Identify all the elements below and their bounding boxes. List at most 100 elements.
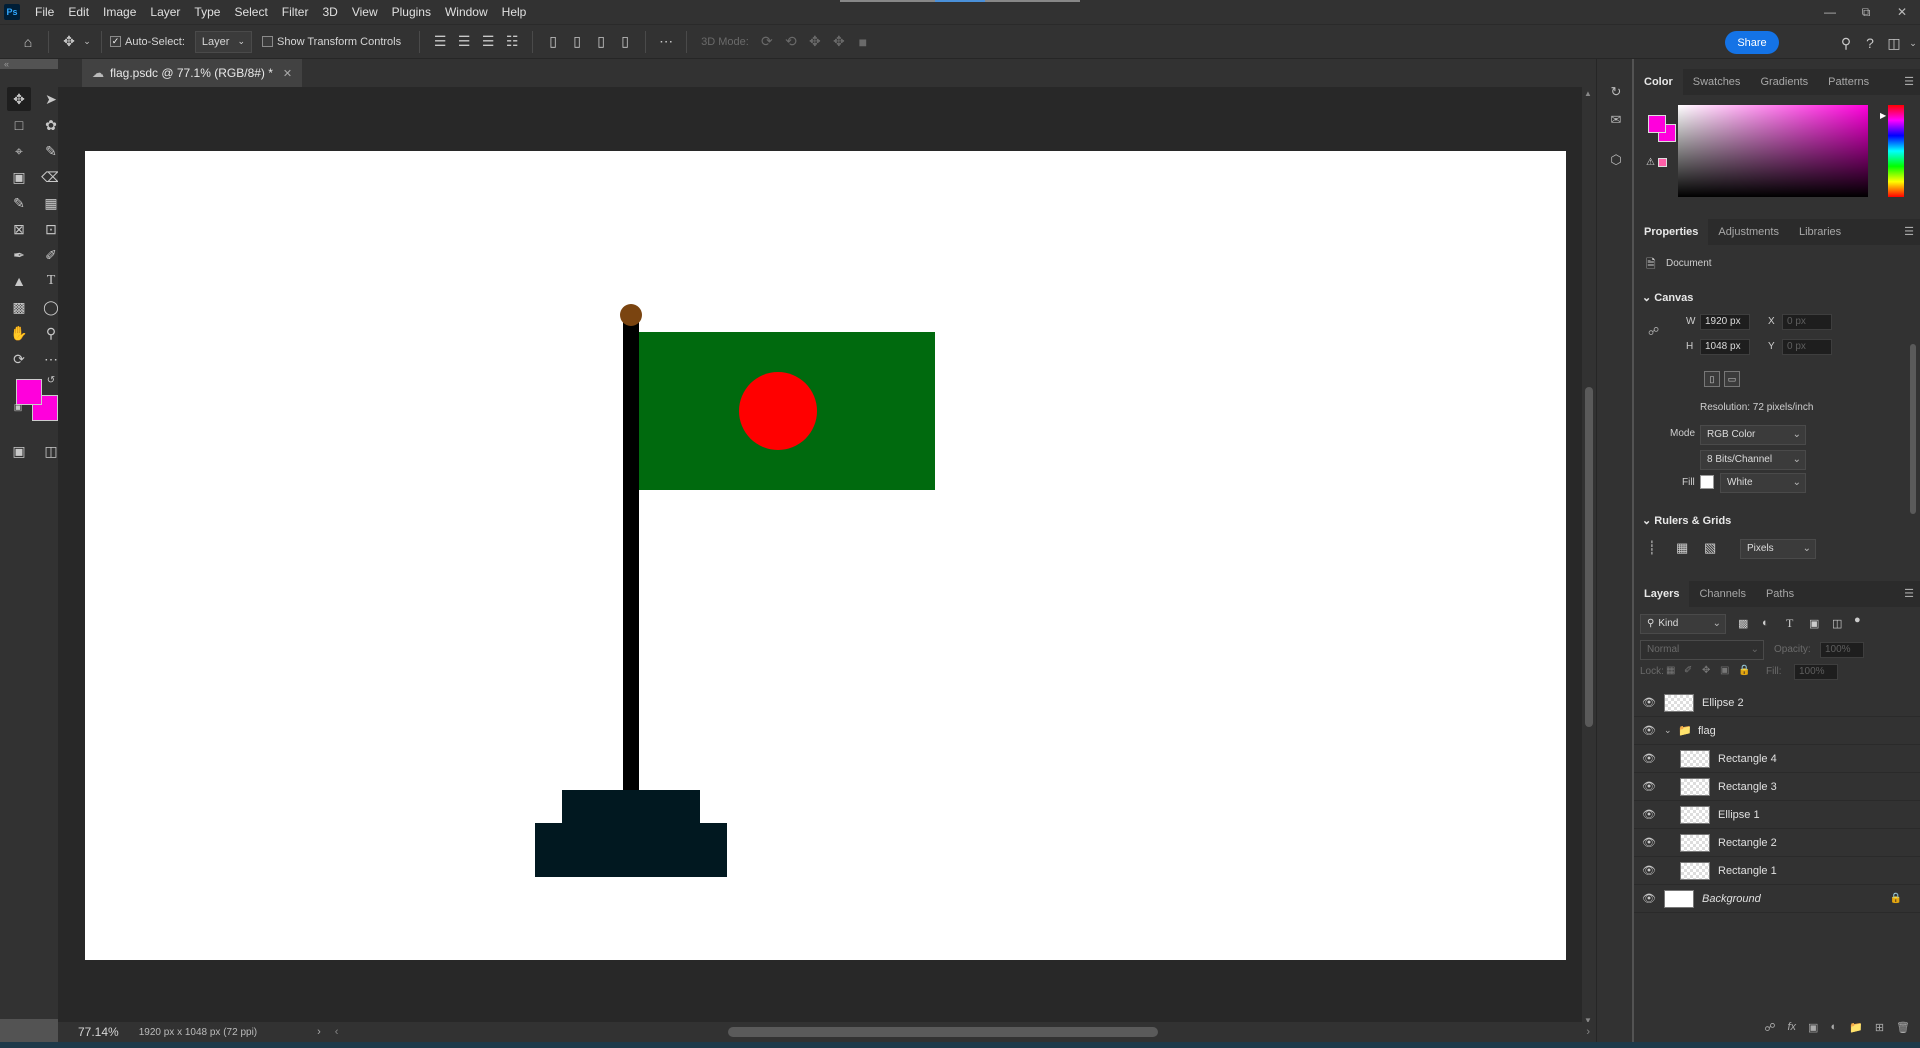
lock-pixels-icon[interactable]: ✐: [1684, 665, 1692, 676]
object-selection-tool-icon[interactable]: ▣: [7, 165, 31, 189]
align-left-icon[interactable]: ☰: [428, 30, 452, 54]
minimize-icon[interactable]: —: [1812, 0, 1848, 24]
delete-layer-icon[interactable]: 🗑: [1896, 1021, 1910, 1034]
blend-mode-dropdown[interactable]: Normal ⌄: [1640, 640, 1764, 660]
add-mask-icon[interactable]: ▣: [1808, 1021, 1818, 1034]
flag-base-lower[interactable]: [535, 823, 727, 877]
menu-edit[interactable]: Edit: [61, 0, 96, 24]
status-menu-icon[interactable]: ›: [317, 1026, 321, 1038]
workspace-icon[interactable]: ◫: [1882, 31, 1906, 55]
scroll-up-icon[interactable]: ▲: [1584, 89, 1592, 98]
visibility-eye-icon[interactable]: 👁: [1634, 892, 1664, 905]
align-top-icon[interactable]: ▯: [541, 30, 565, 54]
layer-row-rectangle-3[interactable]: 👁 Rectangle 3: [1634, 773, 1920, 801]
hue-slider-handle-icon[interactable]: ▶: [1880, 111, 1886, 120]
filter-adjustment-icon[interactable]: ◐: [1762, 617, 1769, 629]
align-right-icon[interactable]: ☰: [476, 30, 500, 54]
canvas-section-header[interactable]: ⌄ Canvas: [1642, 291, 1693, 304]
menu-plugins[interactable]: Plugins: [385, 0, 438, 24]
quick-mask-icon[interactable]: ▣: [7, 439, 31, 463]
layer-style-fx-icon[interactable]: fx: [1787, 1021, 1796, 1033]
filter-pixel-icon[interactable]: ▩: [1738, 617, 1748, 630]
auto-select-checkbox[interactable]: ✓ Auto-Select:: [110, 36, 185, 48]
foreground-color-swatch[interactable]: [16, 379, 42, 405]
visibility-eye-icon[interactable]: 👁: [1634, 696, 1664, 709]
lock-transparent-icon[interactable]: ▦: [1666, 665, 1675, 676]
distribute-icon[interactable]: ☷: [500, 30, 524, 54]
filter-shape-icon[interactable]: ▣: [1809, 617, 1819, 630]
chevron-down-icon[interactable]: ⌄: [1664, 725, 1678, 736]
comments-icon[interactable]: ✉: [1607, 111, 1625, 129]
3d-icon[interactable]: ⬡: [1607, 151, 1625, 169]
lock-artboard-icon[interactable]: ▣: [1720, 665, 1729, 676]
menu-image[interactable]: Image: [96, 0, 143, 24]
menu-filter[interactable]: Filter: [275, 0, 316, 24]
canvas-width-input[interactable]: 1920 px: [1700, 314, 1750, 330]
flag-pole[interactable]: [623, 314, 639, 791]
menu-view[interactable]: View: [345, 0, 385, 24]
gradient-tool-icon[interactable]: ▩: [7, 295, 31, 319]
layer-row-ellipse-1[interactable]: 👁 Ellipse 1: [1634, 801, 1920, 829]
help-icon[interactable]: ?: [1858, 31, 1882, 55]
new-layer-icon[interactable]: ⊞: [1875, 1021, 1884, 1034]
chevron-down-icon[interactable]: ⌄: [1906, 31, 1920, 55]
lock-icon[interactable]: 🔒: [1890, 893, 1902, 904]
panel-menu-icon[interactable]: ☰: [1904, 581, 1914, 607]
layer-row-background[interactable]: 👁 Background 🔒: [1634, 885, 1920, 913]
align-middle-icon[interactable]: ▯: [565, 30, 589, 54]
link-layers-icon[interactable]: ☍: [1764, 1021, 1775, 1034]
tab-properties[interactable]: Properties: [1634, 219, 1709, 245]
align-bottom-icon[interactable]: ▯: [589, 30, 613, 54]
filter-toggle-icon[interactable]: ●: [1854, 614, 1861, 626]
portrait-orientation-icon[interactable]: ▯: [1704, 371, 1720, 387]
close-icon[interactable]: ✕: [1884, 0, 1920, 24]
lock-all-icon[interactable]: 🔒: [1738, 665, 1750, 676]
layer-row-ellipse-2[interactable]: 👁 Ellipse 2: [1634, 689, 1920, 717]
new-group-icon[interactable]: 📁: [1849, 1021, 1863, 1034]
visibility-eye-icon[interactable]: 👁: [1634, 724, 1664, 737]
toolbar-collapse-icon[interactable]: «: [0, 59, 60, 69]
hue-slider[interactable]: [1888, 105, 1904, 197]
clone-stamp-tool-icon[interactable]: ▲: [7, 269, 31, 293]
chevron-down-icon[interactable]: ⌄: [81, 30, 93, 54]
tab-color[interactable]: Color: [1634, 69, 1683, 95]
visibility-eye-icon[interactable]: 👁: [1634, 836, 1664, 849]
layer-row-flag-group[interactable]: 👁 ⌄ 📁 flag: [1634, 717, 1920, 745]
checkbox-checked-icon[interactable]: ✓: [110, 36, 121, 47]
show-transform-controls-checkbox[interactable]: Show Transform Controls: [262, 36, 401, 48]
landscape-orientation-icon[interactable]: ▭: [1724, 371, 1740, 387]
align-center-icon[interactable]: ☰: [452, 30, 476, 54]
tab-patterns[interactable]: Patterns: [1818, 69, 1879, 95]
auto-select-target-dropdown[interactable]: Layer ⌄: [194, 30, 252, 53]
lock-position-icon[interactable]: ✥: [1702, 665, 1710, 676]
menu-file[interactable]: File: [28, 0, 61, 24]
close-icon[interactable]: ✕: [283, 67, 292, 80]
artboard[interactable]: [85, 151, 1566, 960]
filter-type-icon[interactable]: T: [1786, 616, 1793, 631]
tab-gradients[interactable]: Gradients: [1750, 69, 1818, 95]
tab-layers[interactable]: Layers: [1634, 581, 1690, 607]
search-icon[interactable]: ⚲: [1834, 31, 1858, 55]
visibility-eye-icon[interactable]: 👁: [1634, 808, 1664, 821]
color-picker-field[interactable]: [1678, 105, 1868, 197]
opacity-input[interactable]: 100%: [1820, 642, 1864, 658]
tab-paths[interactable]: Paths: [1756, 581, 1804, 607]
canvas-x-input[interactable]: 0 px: [1782, 314, 1832, 330]
tab-swatches[interactable]: Swatches: [1683, 69, 1751, 95]
move-tool-icon[interactable]: ✥: [57, 30, 81, 54]
properties-scrollbar[interactable]: [1910, 344, 1916, 514]
color-sampler-tool-icon[interactable]: ✎: [7, 191, 31, 215]
vertical-scrollbar[interactable]: ▲ ▼: [1582, 87, 1596, 1027]
distribute-vertical-icon[interactable]: ▯: [613, 30, 637, 54]
menu-layer[interactable]: Layer: [143, 0, 187, 24]
color-mode-dropdown[interactable]: RGB Color ⌄: [1700, 425, 1806, 445]
more-options-icon[interactable]: ⋯: [654, 30, 678, 54]
panel-menu-icon[interactable]: ☰: [1904, 219, 1914, 245]
hand-tool-icon[interactable]: ✋: [7, 321, 31, 345]
layer-filter-kind-dropdown[interactable]: ⚲ Kind ⌄: [1640, 614, 1726, 634]
move-tool-icon[interactable]: ✥: [7, 87, 31, 111]
bit-depth-dropdown[interactable]: 8 Bits/Channel ⌄: [1700, 450, 1806, 470]
panel-menu-icon[interactable]: ☰: [1904, 69, 1914, 95]
menu-help[interactable]: Help: [495, 0, 534, 24]
share-button[interactable]: Share: [1725, 31, 1779, 54]
